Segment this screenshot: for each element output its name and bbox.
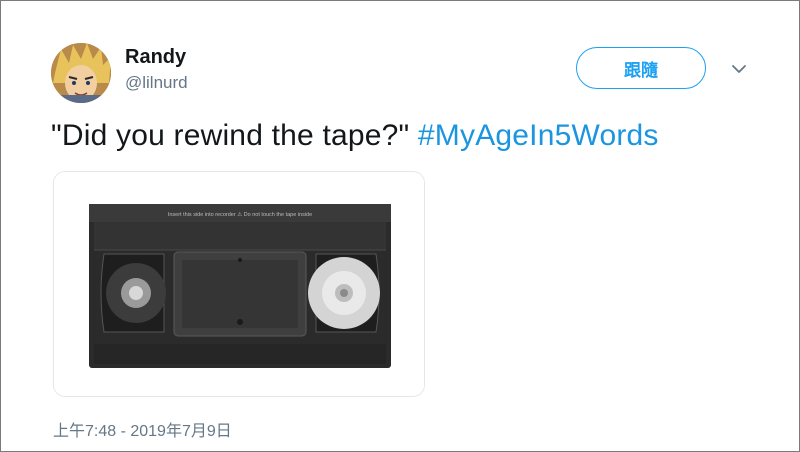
- tweet-body: "Did you rewind the tape?": [51, 119, 418, 152]
- tweet-card: Randy @lilnurd 跟隨 "Did you rewind the ta…: [0, 0, 800, 452]
- avatar-image: [51, 43, 111, 103]
- chevron-down-icon[interactable]: [729, 59, 749, 79]
- hashtag-link[interactable]: #MyAgeIn5Words: [418, 119, 659, 152]
- vhs-tape-icon: Insert this side into recorder ⚠ Do not …: [54, 172, 424, 396]
- display-name[interactable]: Randy: [125, 46, 186, 69]
- tweet-timestamp[interactable]: 上午7:48 - 2019年7月9日: [53, 417, 232, 441]
- user-handle[interactable]: @lilnurd: [125, 73, 188, 93]
- tweet-text: "Did you rewind the tape?" #MyAgeIn5Word…: [51, 119, 659, 153]
- follow-button[interactable]: 跟隨: [576, 47, 706, 89]
- avatar[interactable]: [51, 43, 111, 103]
- tape-label-text: Insert this side into recorder ⚠ Do not …: [168, 211, 312, 218]
- media-attachment[interactable]: Insert this side into recorder ⚠ Do not …: [53, 171, 425, 397]
